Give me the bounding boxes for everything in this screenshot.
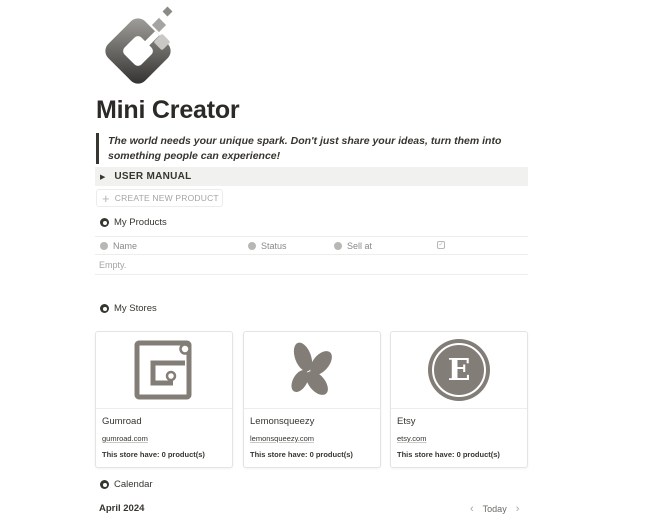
my-stores-heading[interactable]: My Stores: [100, 303, 157, 314]
database-icon: [100, 218, 109, 227]
toggle-label: USER MANUAL: [114, 171, 192, 182]
my-stores-label: My Stores: [114, 303, 157, 314]
my-products-heading[interactable]: My Products: [100, 217, 167, 228]
triangle-right-icon[interactable]: ▶: [100, 173, 105, 181]
plus-icon: +: [102, 190, 110, 206]
etsy-logo-icon: E: [428, 339, 490, 401]
column-status-label: Status: [261, 241, 287, 251]
my-products-label: My Products: [114, 217, 167, 228]
column-name-label: Name: [113, 241, 138, 251]
products-empty-row[interactable]: Empty.: [95, 255, 528, 275]
store-name: Gumroad: [102, 416, 142, 427]
page-quote: The world needs your unique spark. Don't…: [96, 133, 528, 164]
sell-at-column-icon: [334, 242, 342, 250]
database-icon: [100, 480, 109, 489]
store-url[interactable]: lemonsqueezy.com: [250, 434, 314, 443]
page-logo: [100, 6, 180, 84]
store-product-count: This store have: 0 product(s): [397, 450, 500, 459]
calendar-label: Calendar: [114, 479, 153, 490]
products-table-header: Name Status Sell at ✓: [95, 236, 528, 255]
calendar-nav: ‹ Today ›: [470, 503, 519, 515]
lemonsqueezy-logo-icon: [291, 342, 332, 395]
store-cover: [96, 332, 232, 409]
name-column-icon: [100, 242, 108, 250]
chevron-left-icon[interactable]: ‹: [470, 503, 474, 515]
checkbox-icon: ✓: [437, 241, 445, 249]
gumroad-logo-icon: [134, 340, 192, 400]
store-card-etsy[interactable]: E Etsy etsy.com This store have: 0 produ…: [390, 331, 528, 468]
store-cover: [244, 332, 380, 409]
column-sell-at[interactable]: Sell at: [334, 241, 372, 251]
store-card-lemonsqueezy[interactable]: Lemonsqueezy lemonsqueezy.com This store…: [243, 331, 381, 468]
create-button-label: CREATE NEW PRODUCT: [114, 193, 219, 203]
calendar-month: April 2024: [99, 503, 145, 514]
user-manual-toggle[interactable]: ▶ USER MANUAL: [95, 167, 528, 186]
column-sell-at-label: Sell at: [347, 241, 373, 251]
store-name: Etsy: [397, 416, 416, 427]
column-checkbox[interactable]: ✓: [437, 241, 445, 249]
column-name[interactable]: Name: [100, 241, 137, 251]
store-card-gumroad[interactable]: Gumroad gumroad.com This store have: 0 p…: [95, 331, 233, 468]
status-column-icon: [248, 242, 256, 250]
store-url[interactable]: gumroad.com: [102, 434, 148, 443]
create-new-product-button[interactable]: + CREATE NEW PRODUCT: [96, 189, 223, 207]
page-title: Mini Creator: [96, 96, 240, 124]
column-status[interactable]: Status: [248, 241, 287, 251]
svg-text:E: E: [448, 353, 471, 388]
database-icon: [100, 304, 109, 313]
store-name: Lemonsqueezy: [250, 416, 315, 427]
store-product-count: This store have: 0 product(s): [250, 450, 353, 459]
store-product-count: This store have: 0 product(s): [102, 450, 205, 459]
today-button[interactable]: Today: [483, 504, 507, 514]
store-cover: E: [391, 332, 527, 409]
store-url[interactable]: etsy.com: [397, 434, 426, 443]
calendar-heading[interactable]: Calendar: [100, 479, 153, 490]
chevron-right-icon[interactable]: ›: [516, 503, 520, 515]
